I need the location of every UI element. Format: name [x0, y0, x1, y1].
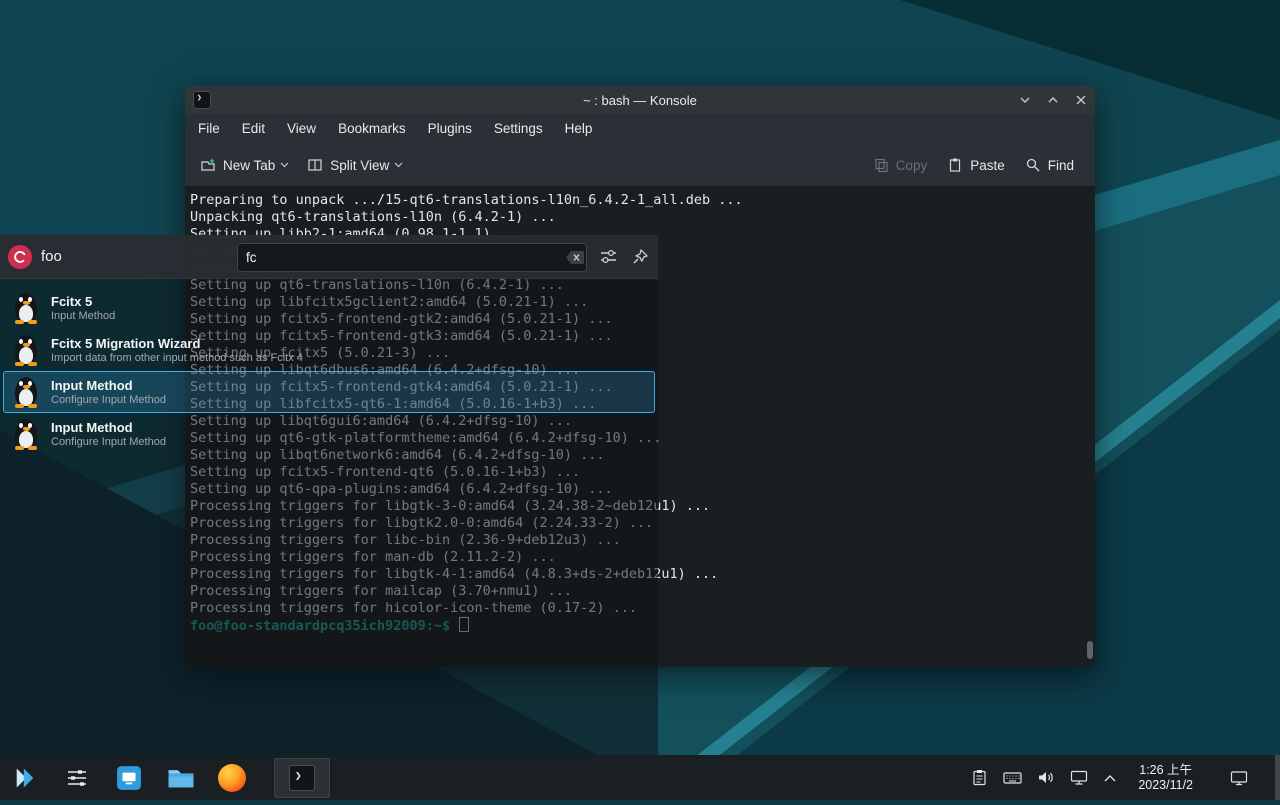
result-item[interactable]: Input Method Configure Input Method — [3, 371, 655, 413]
system-app-icon[interactable] — [114, 763, 144, 793]
clear-search-icon[interactable] — [564, 244, 586, 271]
terminal-line: Unpacking qt6-translations-l10n (6.4.2-1… — [190, 209, 1095, 226]
tux-penguin-icon — [12, 376, 40, 408]
clipboard-tray-icon[interactable] — [971, 769, 988, 786]
tux-penguin-icon — [12, 334, 40, 366]
split-view-label: Split View — [330, 158, 389, 173]
input-method-keyboard-icon[interactable] — [1003, 769, 1022, 786]
peek-desktop-icon[interactable] — [1230, 770, 1248, 786]
runner-results: Fcitx 5 Input Method Fcitx 5 Migration W… — [0, 287, 658, 455]
debian-logo-icon — [8, 245, 32, 269]
menu-item[interactable]: Bookmarks — [327, 114, 417, 144]
result-title: Fcitx 5 — [51, 294, 115, 310]
chevron-down-icon — [394, 162, 403, 168]
menu-item[interactable]: Help — [554, 114, 604, 144]
result-subtitle: Import data from other input method such… — [51, 352, 303, 365]
menu-item[interactable]: Edit — [231, 114, 276, 144]
show-desktop-strip[interactable] — [1275, 755, 1280, 800]
copy-icon — [873, 157, 889, 173]
menu-item[interactable]: Settings — [483, 114, 554, 144]
terminal-scrollbar[interactable] — [1086, 188, 1094, 665]
split-view-button[interactable]: Split View — [298, 149, 412, 181]
firefox-icon[interactable] — [218, 764, 246, 792]
chevron-down-icon — [280, 162, 289, 168]
result-subtitle: Input Method — [51, 310, 115, 323]
user-label: foo — [41, 248, 62, 265]
new-tab-button[interactable]: New Tab — [191, 149, 298, 181]
konsole-task-button[interactable] — [274, 758, 330, 798]
volume-icon[interactable] — [1037, 769, 1055, 786]
copy-label: Copy — [896, 158, 928, 173]
menu-item[interactable]: View — [276, 114, 327, 144]
paste-label: Paste — [970, 158, 1005, 173]
clock-time: 1:26 上午 — [1138, 763, 1193, 778]
new-tab-icon — [200, 157, 216, 173]
search-input[interactable] — [238, 250, 564, 265]
tux-penguin-icon — [12, 292, 40, 324]
menu-item[interactable]: Plugins — [417, 114, 483, 144]
result-item[interactable]: Fcitx 5 Migration Wizard Import data fro… — [3, 329, 655, 371]
file-manager-icon[interactable] — [166, 763, 196, 793]
clock-date: 2023/11/2 — [1138, 778, 1193, 793]
new-tab-label: New Tab — [223, 158, 275, 173]
paste-icon — [947, 157, 963, 173]
copy-button[interactable]: Copy — [864, 149, 937, 181]
krunner-overlay: foo — [0, 235, 658, 755]
runner-settings-icon[interactable] — [599, 247, 618, 266]
taskbar: 1:26 上午 2023/11/2 — [0, 755, 1280, 800]
clock[interactable]: 1:26 上午 2023/11/2 — [1138, 763, 1193, 793]
close-button[interactable] — [1067, 86, 1095, 114]
find-label: Find — [1048, 158, 1074, 173]
window-titlebar[interactable]: ~ : bash — Konsole — [185, 86, 1095, 114]
scrollbar-thumb[interactable] — [1087, 641, 1093, 659]
split-view-icon — [307, 157, 323, 173]
minimize-button[interactable] — [1011, 86, 1039, 114]
result-title: Fcitx 5 Migration Wizard — [51, 336, 303, 352]
tux-penguin-icon — [12, 418, 40, 450]
menu-bar: FileEditViewBookmarksPluginsSettingsHelp — [185, 114, 1095, 144]
find-icon — [1025, 157, 1041, 173]
result-item[interactable]: Input Method Configure Input Method — [3, 413, 655, 455]
task-manager-settings-icon[interactable] — [62, 763, 92, 793]
toolbar: New Tab Split View Copy — [185, 144, 1095, 187]
result-subtitle: Configure Input Method — [51, 436, 166, 449]
display-tray-icon[interactable] — [1070, 769, 1088, 786]
app-launcher-icon[interactable] — [10, 763, 40, 793]
result-title: Input Method — [51, 378, 166, 394]
result-subtitle: Configure Input Method — [51, 394, 166, 407]
konsole-icon — [289, 765, 315, 791]
tray-expand-chevron-up-icon[interactable] — [1103, 773, 1117, 783]
paste-button[interactable]: Paste — [938, 149, 1014, 181]
result-title: Input Method — [51, 420, 166, 436]
krunner-header: foo — [0, 235, 658, 279]
konsole-app-icon — [193, 91, 211, 109]
find-button[interactable]: Find — [1016, 149, 1083, 181]
terminal-line: Preparing to unpack .../15-qt6-translati… — [190, 192, 1095, 209]
window-title: ~ : bash — Konsole — [185, 93, 1095, 108]
pin-icon[interactable] — [631, 248, 649, 266]
menu-item[interactable]: File — [187, 114, 231, 144]
result-item[interactable]: Fcitx 5 Input Method — [3, 287, 655, 329]
maximize-button[interactable] — [1039, 86, 1067, 114]
search-box — [237, 243, 587, 272]
